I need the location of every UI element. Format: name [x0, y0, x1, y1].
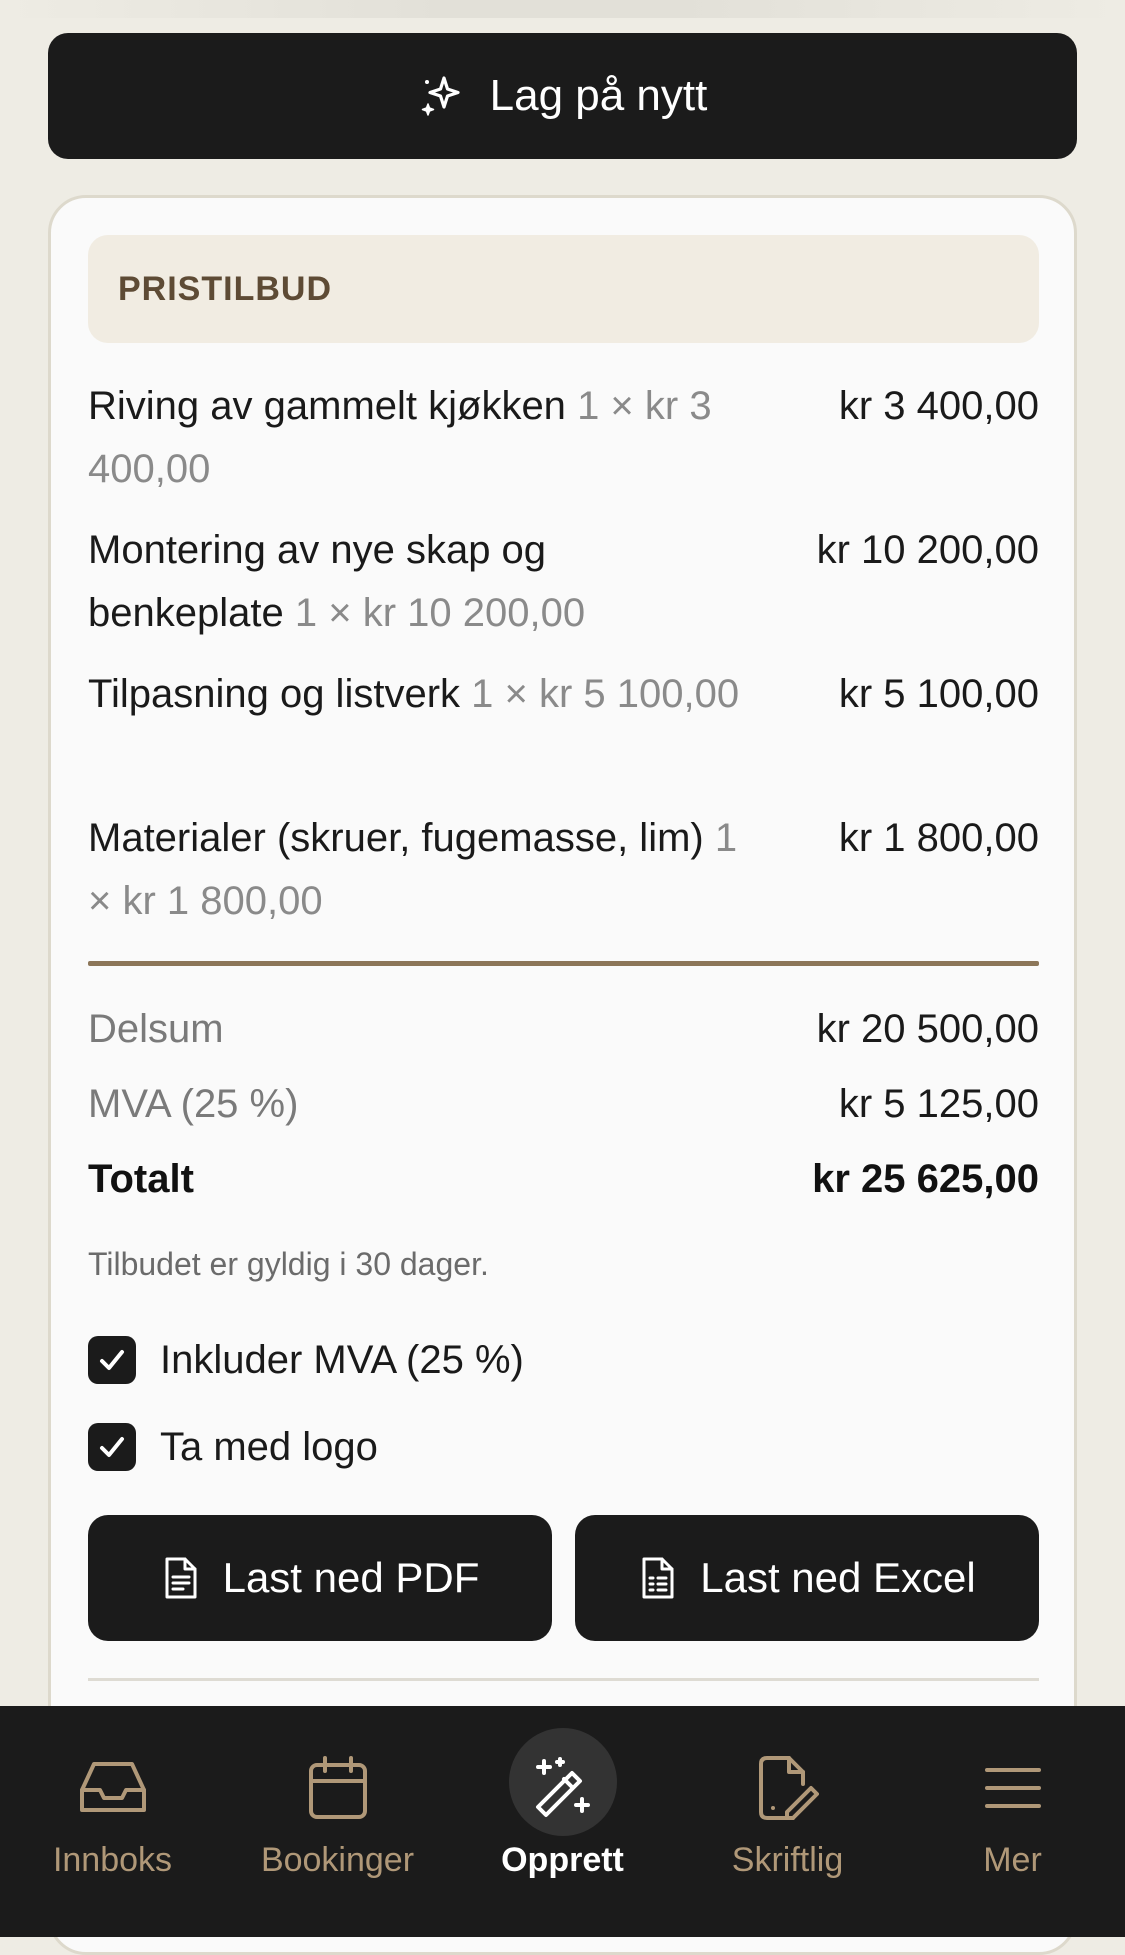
- line-item-amount: kr 10 200,00: [816, 528, 1039, 572]
- include-vat-label: Inkluder MVA (25 %): [160, 1337, 524, 1382]
- include-vat-checkbox[interactable]: [88, 1336, 136, 1384]
- total-value: kr 25 625,00: [812, 1157, 1039, 1201]
- include-logo-checkbox[interactable]: [88, 1423, 136, 1471]
- inbox-icon: [77, 1752, 149, 1824]
- vat-label: MVA (25 %): [88, 1082, 299, 1126]
- line-item-description: Materialer (skruer, fugemasse, lim): [88, 816, 704, 860]
- download-excel-label: Last ned Excel: [700, 1554, 976, 1601]
- checkmark-icon: [100, 1350, 124, 1370]
- line-item-amount: kr 5 100,00: [838, 672, 1039, 716]
- nav-label: Innboks: [52, 1841, 173, 1879]
- section-divider: [88, 1678, 1039, 1681]
- checkmark-icon: [100, 1437, 124, 1457]
- vat-value: kr 5 125,00: [838, 1082, 1039, 1126]
- quote-header: PRISTILBUD: [88, 235, 1039, 343]
- nav-label: Bookinger: [260, 1841, 415, 1879]
- nav-label: Mer: [983, 1841, 1042, 1879]
- subtotal-row: Delsum kr 20 500,00: [88, 1004, 1039, 1054]
- magic-wand-icon: [527, 1752, 599, 1824]
- regenerate-button[interactable]: Lag på nytt: [48, 33, 1077, 159]
- top-scroll-edge: [0, 0, 1125, 18]
- nav-item-bookinger[interactable]: Bookinger: [225, 1706, 450, 1937]
- spreadsheet-icon: [638, 1556, 678, 1600]
- regenerate-label: Lag på nytt: [489, 71, 708, 120]
- subtotal-label: Delsum: [88, 1007, 224, 1051]
- calendar-icon: [302, 1752, 374, 1824]
- quote-card: PRISTILBUD Riving av gammelt kjøkken 1 ×…: [48, 195, 1077, 1955]
- include-logo-option[interactable]: Ta med logo: [88, 1423, 378, 1471]
- document-edit-icon: [752, 1752, 824, 1824]
- line-item-description: Tilpasning og listverk: [88, 672, 461, 716]
- nav-item-skriftlig[interactable]: Skriftlig: [675, 1706, 900, 1937]
- total-label: Totalt: [88, 1157, 194, 1201]
- line-item-quantity: 1 × kr 5 100,00: [471, 672, 740, 716]
- validity-note: Tilbudet er gyldig i 30 dager.: [88, 1246, 489, 1282]
- vat-row: MVA (25 %) kr 5 125,00: [88, 1079, 1039, 1129]
- download-pdf-button[interactable]: Last ned PDF: [88, 1515, 552, 1641]
- nav-item-innboks[interactable]: Innboks: [0, 1706, 225, 1937]
- items-divider: [88, 961, 1039, 966]
- include-vat-option[interactable]: Inkluder MVA (25 %): [88, 1336, 524, 1384]
- nav-item-opprett[interactable]: Opprett: [450, 1706, 675, 1937]
- nav-label: Skriftlig: [731, 1841, 844, 1879]
- nav-item-mer[interactable]: Mer: [900, 1706, 1125, 1937]
- line-item-description: Riving av gammelt kjøkken: [88, 384, 566, 428]
- download-excel-button[interactable]: Last ned Excel: [575, 1515, 1039, 1641]
- line-item-amount: kr 3 400,00: [838, 384, 1039, 428]
- total-row: Totalt kr 25 625,00: [88, 1154, 1039, 1204]
- line-item: Materialer (skruer, fugemasse, lim) 1 × …: [88, 807, 1039, 933]
- nav-label: Opprett: [501, 1841, 624, 1879]
- line-item: Tilpasning og listverk 1 × kr 5 100,00 k…: [88, 663, 1039, 726]
- line-item-quantity: 1 × kr 10 200,00: [294, 591, 586, 635]
- document-icon: [161, 1556, 201, 1600]
- bottom-nav: Innboks Bookinger Opprett Skriftlig Mer: [0, 1706, 1125, 1937]
- subtotal-value: kr 20 500,00: [816, 1007, 1039, 1051]
- menu-icon: [977, 1752, 1049, 1824]
- include-logo-label: Ta med logo: [160, 1424, 378, 1469]
- line-item: Montering av nye skap og benkeplate 1 × …: [88, 519, 1039, 645]
- sparkles-icon: [418, 72, 466, 120]
- download-pdf-label: Last ned PDF: [222, 1554, 480, 1601]
- line-item-amount: kr 1 800,00: [838, 816, 1039, 860]
- line-item: Riving av gammelt kjøkken 1 × kr 3 400,0…: [88, 375, 1039, 501]
